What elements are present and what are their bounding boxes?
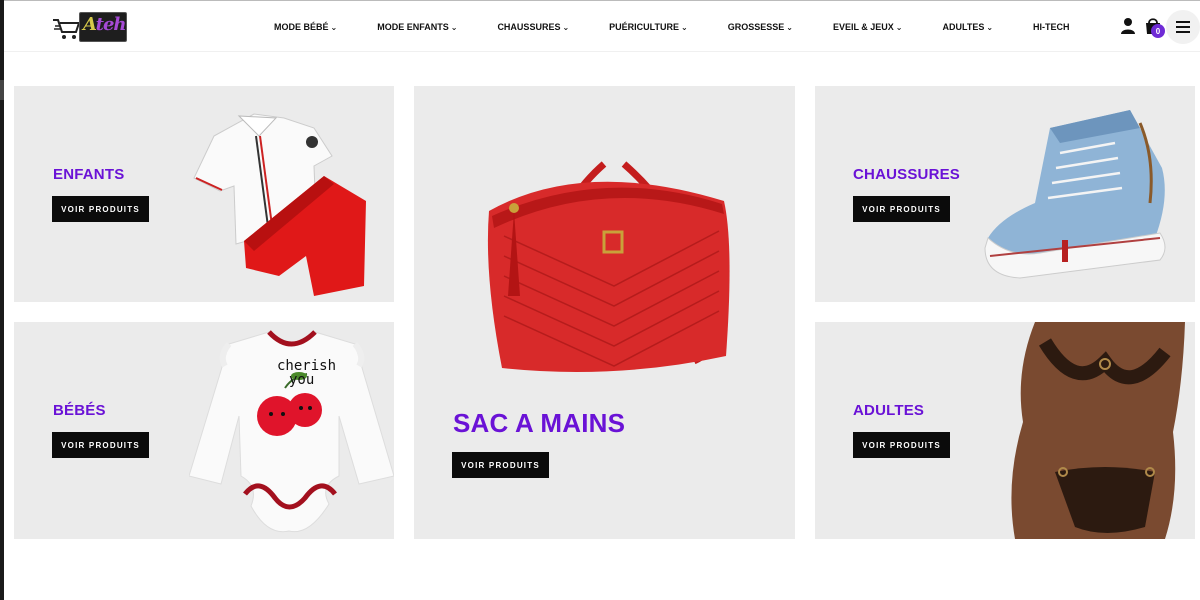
nav-item-label: EVEIL & JEUX	[832, 22, 894, 32]
nav-item-eveil-jeux[interactable]: EVEIL & JEUX ⌄	[833, 22, 903, 32]
site-header: Ateh MODE BÉBÉ ⌄ MODE ENFANTS ⌄ CHAUSSURES ⌄ P…	[4, 0, 1200, 52]
chevron-down-icon: ⌄	[786, 22, 793, 32]
category-tile-chaussures[interactable]: CHAUSSURES VOIR PRODUITS	[815, 86, 1195, 302]
main-navigation: MODE BÉBÉ ⌄ MODE ENFANTS ⌄ CHAUSSURES ⌄ PUÉRIC…	[274, 1, 1110, 53]
cart-count-badge[interactable]: 0	[1151, 24, 1165, 38]
nav-item-label: HI-TECH	[1033, 22, 1070, 32]
chevron-down-icon: ⌄	[681, 22, 688, 32]
voir-produits-button-enfants[interactable]: VOIR PRODUITS	[52, 196, 149, 222]
tile-title-bebes: BÉBÉS	[53, 402, 106, 419]
voir-produits-button-chaussures[interactable]: VOIR PRODUITS	[853, 196, 950, 222]
category-tile-bebes[interactable]: cherish you BÉBÉS VOIR PRODUITS	[14, 322, 394, 539]
nav-item-label: ADULTES	[942, 22, 985, 32]
window-edge-handle	[0, 80, 4, 100]
voir-produits-button-adultes[interactable]: VOIR PRODUITS	[853, 432, 950, 458]
nav-item-chaussures[interactable]: CHAUSSURES ⌄	[497, 22, 569, 32]
adult-swimwear-image	[1011, 322, 1185, 539]
nav-item-mode-bébé[interactable]: MODE BÉBÉ ⌄	[274, 22, 337, 32]
hamburger-menu-button[interactable]	[1166, 10, 1200, 44]
category-tile-adultes[interactable]: ADULTES VOIR PRODUITS	[815, 322, 1195, 539]
voir-produits-button-bebes[interactable]: VOIR PRODUITS	[52, 432, 149, 458]
shopping-cart-logo-icon	[53, 19, 81, 39]
tile-title-adultes: ADULTES	[853, 402, 925, 419]
nav-item-label: GROSSESSE	[727, 22, 785, 32]
chevron-down-icon: ⌄	[895, 22, 903, 32]
hamburger-menu-icon	[1176, 21, 1190, 33]
tile-title-enfants: ENFANTS	[53, 166, 125, 183]
nav-item-adultes[interactable]: ADULTES ⌄	[943, 22, 994, 32]
baby-onesie-image: cherish you	[189, 330, 394, 533]
red-handbag-image	[487, 161, 730, 372]
site-logo[interactable]: Ateh	[52, 12, 128, 42]
chevron-down-icon: ⌄	[562, 22, 570, 32]
tile-title-chaussures: CHAUSSURES	[853, 166, 961, 183]
category-tile-enfants[interactable]: ENFANTS VOIR PRODUITS	[14, 86, 394, 302]
tile-title-sac-a-mains: SAC A MAINS	[453, 408, 626, 438]
user-icon[interactable]	[1120, 17, 1136, 35]
nav-item-label: MODE BÉBÉ	[274, 22, 329, 32]
nav-item-mode-enfants[interactable]: MODE ENFANTS ⌄	[377, 22, 457, 32]
nav-item-hi-tech[interactable]: HI-TECH	[1033, 22, 1070, 32]
voir-produits-button-sac[interactable]: VOIR PRODUITS	[452, 452, 549, 478]
nav-item-puériculture[interactable]: PUÉRICULTURE ⌄	[609, 22, 688, 32]
chevron-down-icon: ⌄	[986, 22, 994, 32]
kids-outfit-image	[193, 113, 366, 296]
nav-item-grossesse[interactable]: GROSSESSE ⌄	[728, 22, 793, 32]
chevron-down-icon: ⌄	[330, 22, 338, 32]
logo-text: Ateh	[83, 14, 127, 35]
onesie-print-line2: you	[289, 372, 314, 388]
category-tile-sac-a-mains[interactable]: SAC A MAINS VOIR PRODUITS	[414, 86, 795, 539]
chevron-down-icon: ⌄	[450, 22, 458, 32]
nav-item-label: PUÉRICULTURE	[609, 22, 679, 32]
nav-item-label: CHAUSSURES	[497, 22, 561, 32]
denim-sneaker-image	[984, 110, 1166, 279]
nav-item-label: MODE ENFANTS	[377, 22, 449, 32]
